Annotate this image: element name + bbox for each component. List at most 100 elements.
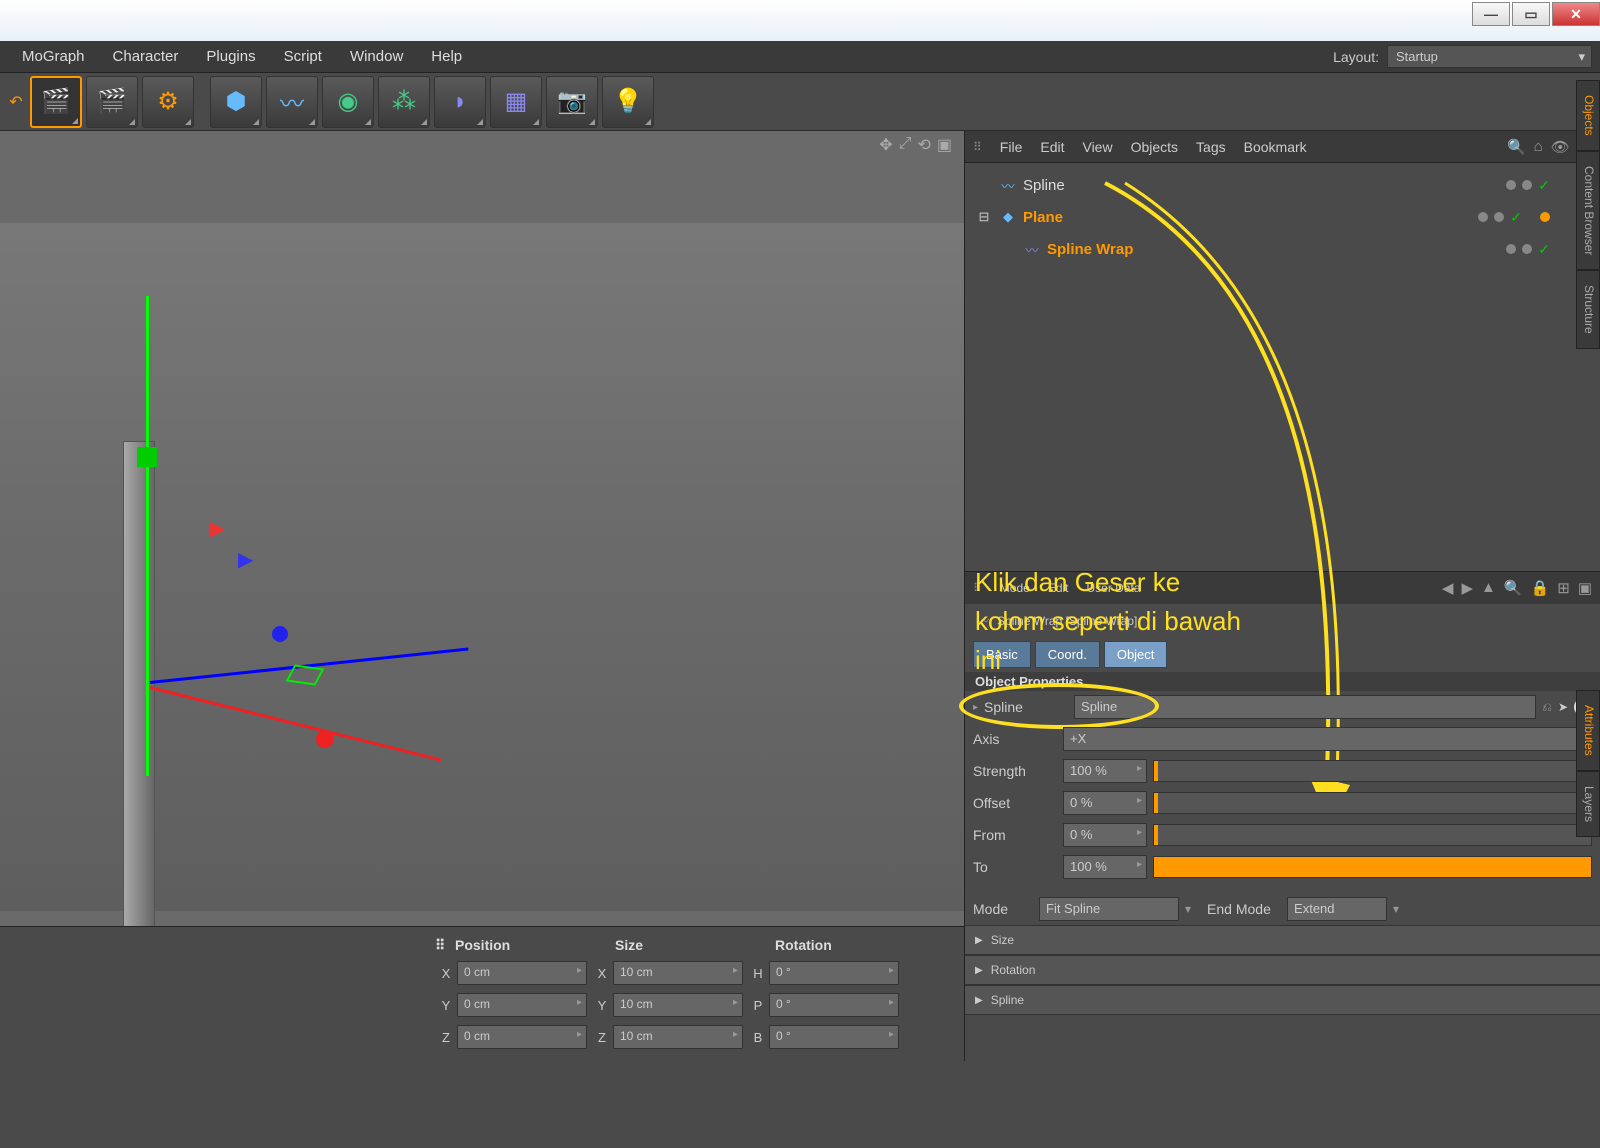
expand-rotation[interactable]: ▶Rotation [965,955,1600,985]
coordinates-panel: ⠿ Position Size Rotation X 0 cm X 10 cm … [0,926,964,1061]
new-icon[interactable]: ⊞ [1557,579,1570,597]
expand-spline[interactable]: ▶Spline [965,985,1600,1015]
lock-icon[interactable]: 🔒 [1531,579,1550,597]
tree-item-spline[interactable]: 〰 Spline ✓ [975,169,1590,201]
rot-p-input[interactable]: 0 ° [769,993,899,1017]
om-menu-tags[interactable]: Tags [1196,139,1226,155]
prop-axis-dropdown[interactable]: +X [1063,727,1580,751]
menu-window[interactable]: Window [336,42,417,71]
om-menu-edit[interactable]: Edit [1040,139,1064,155]
om-menu-file[interactable]: File [1000,139,1023,155]
sidetab-layers[interactable]: Layers [1576,771,1600,837]
gizmo-arrow-2: ▶ [238,547,253,572]
menu-script[interactable]: Script [270,42,336,71]
coord-header-size: Size [615,937,775,953]
sidetab-objects[interactable]: Objects [1576,80,1600,151]
prop-spline-input[interactable]: Spline [1074,695,1536,719]
sidetab-attributes[interactable]: Attributes [1576,690,1600,771]
close-button[interactable]: ✕ [1552,2,1600,26]
sidetab-content[interactable]: Content Browser [1576,151,1600,270]
axis-z-handle[interactable] [316,730,334,748]
axis-y-handle[interactable] [137,447,157,467]
tool-array[interactable]: ⁂ [378,76,430,128]
vp-rotate-icon[interactable]: ⟲ [917,135,930,155]
tool-light[interactable]: 💡 [602,76,654,128]
prop-offset-label: Offset [973,795,1057,811]
prop-from-label: From [973,827,1057,843]
tool-animate3[interactable]: ⚙ [142,76,194,128]
prop-to-slider[interactable] [1153,856,1592,878]
rot-h-input[interactable]: 0 ° [769,961,899,985]
axis-y[interactable] [146,296,149,776]
search-icon[interactable]: 🔍 [1507,138,1526,156]
maximize-button[interactable]: ▭ [1512,2,1550,26]
prop-offset-slider[interactable] [1153,792,1592,814]
menu-mograph[interactable]: MoGraph [8,42,99,71]
tutorial-annotation: Klik dan Geser ke kolom seperti di bawah… [975,563,1255,680]
home-icon[interactable]: ⌂ [1534,138,1543,156]
tree-item-plane[interactable]: ⊟ ◆ Plane ✓ [975,201,1590,233]
viewport-nav: ✥ ⤢ ⟲ ▣ [879,135,952,155]
size-y-input[interactable]: 10 cm [613,993,743,1017]
size-x-input[interactable]: 10 cm [613,961,743,985]
nav-fwd-icon[interactable]: ▶ [1461,579,1473,597]
nav-back-icon[interactable]: ◀ [1442,579,1454,597]
om-menu-bookmark[interactable]: Bookmark [1244,139,1307,155]
viewport-3d[interactable]: ✥ ⤢ ⟲ ▣ ▶ ▶ 40 45 50 55 60 65 70 75 80 [0,131,965,1061]
main-toolbar: ↶ 🎬 🎬 ⚙ ⬢ 〰 ◉ ⁂ ◗ ▦ 📷 💡 [0,73,1600,131]
vp-pan-icon[interactable]: ✥ [879,135,892,155]
rot-b-input[interactable]: 0 ° [769,1025,899,1049]
prop-from-slider[interactable] [1153,824,1592,846]
pos-x-input[interactable]: 0 cm [457,961,587,985]
axis-x-handle[interactable] [272,626,288,642]
prop-offset-input[interactable]: 0 % [1063,791,1147,815]
tool-deformer[interactable]: ◗ [434,76,486,128]
tree-item-splinewrap[interactable]: 〰 Spline Wrap ✓ [975,233,1590,265]
prop-axis-label: Axis [973,731,1057,747]
tool-floor[interactable]: ▦ [490,76,542,128]
window-titlebar: — ▭ ✕ [0,0,1600,41]
menu-plugins[interactable]: Plugins [192,42,269,71]
sidetab-structure[interactable]: Structure [1576,270,1600,349]
tool-cube[interactable]: ⬢ [210,76,262,128]
prop-endmode-dropdown[interactable]: Extend [1287,897,1387,921]
menu-help[interactable]: Help [417,42,476,71]
expand-size[interactable]: ▶Size [965,925,1600,955]
minimize-button[interactable]: — [1472,2,1510,26]
size-z-input[interactable]: 10 cm [613,1025,743,1049]
prop-strength-input[interactable]: 100 % [1063,759,1147,783]
collapse-icon[interactable]: ⊟ [975,208,993,226]
prop-mode-dropdown[interactable]: Fit Spline [1039,897,1179,921]
menu-character[interactable]: Character [99,42,193,71]
main-menubar: MoGraph Character Plugins Script Window … [0,41,1600,73]
prop-strength-label: Strength [973,763,1057,779]
plane-object[interactable] [123,441,155,941]
tool-animate1[interactable]: 🎬 [30,76,82,128]
om-menu-objects[interactable]: Objects [1131,139,1178,155]
plane-icon: ◆ [999,208,1017,226]
prop-strength-slider[interactable] [1153,760,1592,782]
tool-nurbs[interactable]: ◉ [322,76,374,128]
vp-zoom-icon[interactable]: ⤢ [899,135,912,155]
tool-animate2[interactable]: 🎬 [86,76,138,128]
link-icon[interactable]: ⎌ [1542,700,1552,715]
prop-to-input[interactable]: 100 % [1063,855,1147,879]
spline-icon: 〰 [999,176,1017,194]
tool-spline[interactable]: 〰 [266,76,318,128]
pos-z-input[interactable]: 0 cm [457,1025,587,1049]
pos-y-input[interactable]: 0 cm [457,993,587,1017]
om-menu-view[interactable]: View [1082,139,1112,155]
eye-icon[interactable]: 👁 [1551,138,1570,156]
search-icon[interactable]: 🔍 [1504,579,1523,597]
vp-max-icon[interactable]: ▣ [937,135,952,155]
panel-icon[interactable]: ▣ [1578,579,1592,597]
nav-up-icon[interactable]: ▲ [1481,579,1496,597]
right-panel: ⠿ File Edit View Objects Tags Bookmark 🔍… [965,131,1600,1061]
tool-undo[interactable]: ↶ [6,76,26,128]
layout-dropdown[interactable]: Startup [1387,45,1592,68]
picker-icon[interactable]: ➤ [1558,700,1568,714]
prop-from-input[interactable]: 0 % [1063,823,1147,847]
layout-label: Layout: [1333,49,1379,65]
object-tree[interactable]: 〰 Spline ✓ ⊟ ◆ Plane ✓ 〰 Spline Wrap ✓ K… [965,163,1600,571]
tool-camera[interactable]: 📷 [546,76,598,128]
